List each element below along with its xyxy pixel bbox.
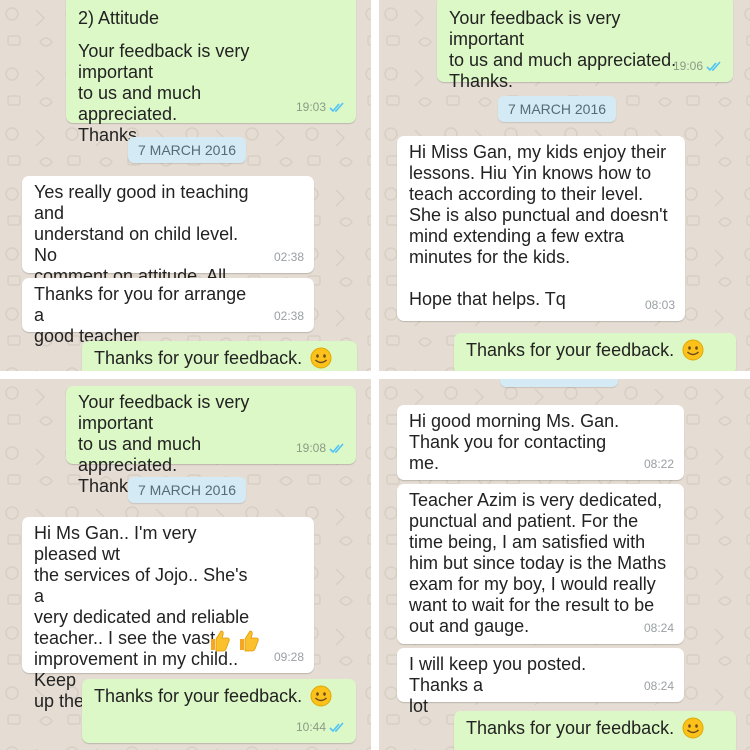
chat-panel-1[interactable]: 2) Attitude Your feedback is very import… <box>0 0 371 371</box>
message-time: 02:38 <box>273 250 304 264</box>
message-time: 08:03 <box>644 298 675 312</box>
incoming-message[interactable]: Hi Ms Gan.. I'm very pleased wt the serv… <box>22 517 314 711</box>
message-meta: 08:24 <box>644 618 674 639</box>
outgoing-reply[interactable]: Thanks for your feedback. <box>82 341 357 371</box>
date-chip: 7 MARCH 2016 <box>128 137 247 163</box>
smiley-emoji-icon <box>682 339 704 361</box>
message-meta: 02:38 <box>274 247 304 268</box>
message-meta: 19:03 <box>296 97 346 118</box>
smiley-emoji-icon <box>682 717 704 739</box>
message-time: 08:24 <box>643 621 674 635</box>
message-time: 19:08 <box>295 441 326 455</box>
message-meta: 19:06 <box>673 56 723 77</box>
message-time: 19:06 <box>672 59 703 73</box>
message-time: 19:03 <box>295 100 326 114</box>
message-text: Hi good morning Ms. Gan. Thank you for c… <box>409 411 620 473</box>
message-text: Thanks for you for arrange a good teache… <box>34 284 247 346</box>
message-meta: 08:24 <box>644 676 674 697</box>
message-time: 08:24 <box>643 679 674 693</box>
incoming-message[interactable]: Teacher Azim is very dedicated, punctual… <box>397 484 684 644</box>
collage: 2) Attitude Your feedback is very import… <box>0 0 750 750</box>
date-chip: 7 MARCH 2016 <box>128 477 247 503</box>
double-check-icon <box>706 61 721 72</box>
message-text: I will keep you posted. Thanks a lot <box>409 654 587 716</box>
outgoing-message[interactable]: Your feedback is very important to us an… <box>66 386 356 496</box>
message-meta: 08:22 <box>644 454 674 475</box>
message-text: Your feedback is very important to us an… <box>449 8 677 91</box>
incoming-message[interactable]: Hi Miss Gan, my kids enjoy their lessons… <box>397 136 685 321</box>
chat-panel-3[interactable]: Your feedback is very important to us an… <box>0 379 371 750</box>
double-check-icon <box>329 443 344 454</box>
double-check-icon <box>329 722 344 733</box>
message-meta: 08:03 <box>645 295 675 316</box>
message-meta: 09:28 <box>274 647 304 668</box>
message-text: Teacher Azim is very dedicated, punctual… <box>409 490 667 636</box>
message-meta: 19:08 <box>296 438 346 459</box>
message-text: Thanks for your feedback. <box>466 340 675 360</box>
message-time: 08:22 <box>643 457 674 471</box>
message-text: Thanks for your feedback. <box>466 718 675 738</box>
message-text: Thanks for your feedback. <box>94 686 303 706</box>
incoming-message[interactable]: I will keep you posted. Thanks a lot 08:… <box>397 648 684 716</box>
smiley-emoji-icon <box>310 347 332 369</box>
incoming-message[interactable]: Thanks for you for arrange a good teache… <box>22 278 314 346</box>
double-check-icon <box>329 102 344 113</box>
message-time: 02:38 <box>273 309 304 323</box>
message-time: 10:44 <box>295 720 326 734</box>
date-chip: 7 MARCH 2016 <box>498 96 617 122</box>
smiley-emoji-icon <box>310 685 332 707</box>
date-chip-partial: 7 MARCH 2016 <box>500 379 619 387</box>
outgoing-reply[interactable]: Thanks for your feedback. <box>454 711 736 750</box>
thumbs-up-emoji-icon <box>211 630 230 652</box>
chat-panel-2[interactable]: Your feedback is very important to us an… <box>379 0 750 371</box>
chat-panel-4[interactable]: 7 MARCH 2016 Hi good morning Ms. Gan. Th… <box>379 379 750 750</box>
message-meta: 02:38 <box>274 306 304 327</box>
outgoing-reply[interactable]: Thanks for your feedback. <box>454 333 736 371</box>
outgoing-reply[interactable]: Thanks for your feedback. 10:44 <box>82 679 356 743</box>
thumbs-up-emoji-icon <box>240 630 259 652</box>
message-meta: 10:44 <box>296 717 346 738</box>
thumbs-up-pair <box>207 628 260 652</box>
outgoing-message[interactable]: 2) Attitude Your feedback is very import… <box>66 0 356 145</box>
message-time: 09:28 <box>273 650 304 664</box>
outgoing-message[interactable]: Your feedback is very important to us an… <box>437 0 733 91</box>
incoming-message[interactable]: Yes really good in teaching and understa… <box>22 176 314 328</box>
message-text: Thanks for your feedback. <box>94 348 303 368</box>
incoming-message[interactable]: Hi good morning Ms. Gan. Thank you for c… <box>397 405 684 480</box>
message-text-fragment: 2) Attitude <box>78 8 160 28</box>
message-text: Your feedback is very important to us an… <box>78 41 250 145</box>
message-text: Hi Miss Gan, my kids enjoy their lessons… <box>409 142 668 309</box>
